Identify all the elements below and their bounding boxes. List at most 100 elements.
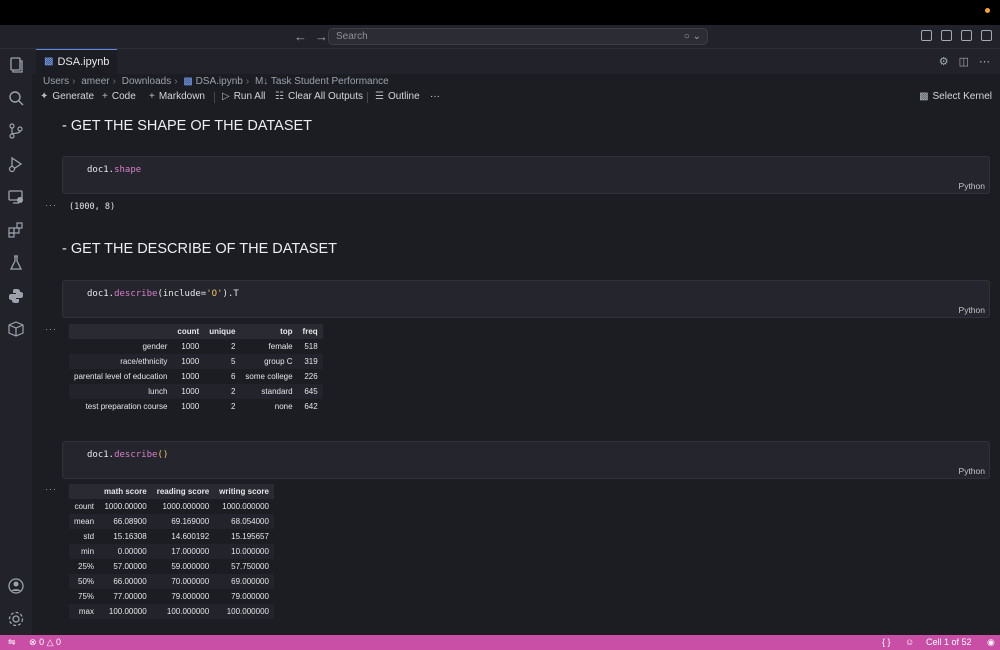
- row-index-cell: max: [78, 607, 95, 616]
- status-bar: ⇋ ⊗ 0 △ 0 { } ☺ Cell 1 of 52 ◉: [0, 635, 1000, 650]
- markdown-label: Markdown: [158, 91, 205, 102]
- search-icon[interactable]: [7, 89, 25, 107]
- table-cell: 100.00000: [108, 607, 147, 616]
- account-icon[interactable]: [7, 577, 25, 595]
- output-more-icon[interactable]: ···: [45, 484, 57, 494]
- clear-outputs-label: Clear All Outputs: [287, 91, 364, 102]
- forward-arrow-icon[interactable]: →: [315, 29, 328, 44]
- select-kernel-button[interactable]: ▩ Select Kernel: [919, 91, 992, 102]
- toolbar-divider: [214, 92, 215, 103]
- testing-flask-icon[interactable]: [7, 254, 25, 272]
- row-index-cell: gender: [142, 342, 168, 351]
- breadcrumb-item[interactable]: DSA.ipynb: [196, 76, 243, 87]
- table-cell: female: [268, 342, 293, 351]
- notebook-settings-gear-icon[interactable]: ⚙: [939, 55, 949, 68]
- breadcrumb-notebook-icon: ▩: [183, 76, 193, 87]
- table-cell: 79.000000: [171, 592, 210, 601]
- copilot-status-icon[interactable]: ☺: [905, 637, 914, 647]
- breadcrumb-item[interactable]: ameer: [81, 76, 109, 87]
- run-all-button[interactable]: ▷ Run All: [222, 91, 265, 102]
- toggle-panel-icon[interactable]: [961, 30, 972, 41]
- table-row: 25% 57.00000 59.000000 57.750000: [69, 559, 274, 574]
- cell-language-label[interactable]: Python: [959, 181, 985, 191]
- breadcrumb-item[interactable]: Downloads: [122, 76, 171, 87]
- tab-actions: ⚙ ◫ ⋯: [939, 55, 990, 68]
- cell-language-label[interactable]: Python: [959, 305, 985, 315]
- settings-gear-icon[interactable]: [7, 610, 25, 628]
- source-control-icon[interactable]: [7, 122, 25, 140]
- output-shape: (1000, 8): [69, 202, 116, 212]
- row-index-cell: std: [83, 532, 95, 541]
- table-cell: 2: [230, 342, 236, 351]
- table-cell: 1000: [181, 342, 200, 351]
- add-code-cell-button[interactable]: + Code: [102, 91, 136, 102]
- table-cell: 1000: [181, 402, 200, 411]
- breadcrumb: Users › ameer › Downloads › ▩ DSA.ipynb › M↓…: [43, 76, 389, 87]
- problems-indicator[interactable]: ⊗ 0 △ 0: [29, 637, 61, 648]
- toggle-secondary-sidebar-icon[interactable]: [981, 30, 992, 41]
- code-cell-shape[interactable]: doc1.shape Python: [62, 156, 990, 194]
- column-header: unique: [204, 324, 241, 339]
- table-row: max 100.00000 100.000000 100.000000: [69, 604, 274, 619]
- explorer-icon[interactable]: [7, 56, 25, 74]
- cell-position[interactable]: Cell 1 of 52: [926, 637, 972, 647]
- table-cell: 66.00000: [113, 577, 147, 586]
- column-header: top: [240, 324, 298, 339]
- sparkle-icon: ✦: [40, 91, 49, 102]
- outline-icon: ☰: [375, 91, 384, 102]
- plus-icon: +: [102, 91, 108, 102]
- column-header: [69, 484, 100, 499]
- toggle-primary-sidebar-icon[interactable]: [921, 30, 932, 41]
- code-label: Code: [111, 91, 136, 102]
- add-markdown-cell-button[interactable]: + Markdown: [149, 91, 205, 102]
- copilot-chevron-icon[interactable]: ○ ⌄: [684, 29, 701, 44]
- search-placeholder: Search: [336, 31, 368, 42]
- split-editor-icon[interactable]: ◫: [959, 55, 969, 68]
- row-index-cell: min: [81, 547, 95, 556]
- clear-all-outputs-button[interactable]: ☷ Clear All Outputs: [275, 91, 363, 102]
- table-cell: 1000.00000: [104, 502, 147, 511]
- language-braces[interactable]: { }: [882, 637, 891, 647]
- table-cell: 15.195657: [231, 532, 269, 541]
- command-center-search[interactable]: Search ○ ⌄: [328, 28, 708, 45]
- table-cell: 66.08900: [113, 517, 147, 526]
- tab-dsa-notebook[interactable]: ▩ DSA.ipynb: [36, 49, 118, 74]
- extensions-icon[interactable]: [7, 221, 25, 239]
- table-cell: 2: [230, 387, 236, 396]
- table-cell: 69.169000: [171, 517, 210, 526]
- containers-icon[interactable]: [7, 320, 25, 338]
- back-arrow-icon[interactable]: ←: [294, 29, 307, 44]
- code-cell-describe-object[interactable]: doc1.describe(include='O').T Python: [62, 280, 990, 318]
- code-cell-describe[interactable]: doc1.describe() Python: [62, 441, 990, 479]
- toggle-editor-layout-icon[interactable]: [941, 30, 952, 41]
- code-line: doc1.describe(): [87, 450, 169, 460]
- breadcrumb-item[interactable]: Users: [43, 76, 69, 87]
- row-index-cell: 75%: [78, 592, 95, 601]
- table-row: test preparation course 1000 2 none 642: [69, 399, 323, 414]
- row-index-cell: test preparation course: [85, 402, 168, 411]
- more-actions-icon[interactable]: ⋯: [979, 55, 990, 68]
- row-index-cell: count: [74, 502, 95, 511]
- describe-object-table: count unique top freq gender 1000 2 female 518 r…: [69, 324, 323, 414]
- toolbar-more-button[interactable]: ···: [430, 91, 440, 102]
- remote-explorer-icon[interactable]: [7, 188, 25, 206]
- notifications-bell-icon[interactable]: ◉: [987, 637, 995, 648]
- output-more-icon[interactable]: ···: [45, 200, 57, 210]
- table-row: count 1000.00000 1000.000000 1000.000000: [69, 499, 274, 514]
- cell-language-label[interactable]: Python: [959, 466, 985, 476]
- run-debug-icon[interactable]: [7, 155, 25, 173]
- breadcrumb-item[interactable]: Task Student Performance: [271, 76, 389, 87]
- table-cell: 68.054000: [231, 517, 269, 526]
- outline-button[interactable]: ☰ Outline: [375, 91, 420, 102]
- generate-button[interactable]: ✦ Generate: [40, 91, 94, 102]
- activity-bar: [0, 49, 32, 635]
- table-cell: 1000.000000: [222, 502, 269, 511]
- python-icon[interactable]: [7, 287, 25, 305]
- remote-indicator-icon[interactable]: ⇋: [8, 637, 16, 648]
- table-cell: 645: [304, 387, 318, 396]
- outline-label: Outline: [387, 91, 420, 102]
- table-cell: 100.000000: [166, 607, 210, 616]
- describe-numeric-table: math score reading score writing score cou…: [69, 484, 274, 619]
- column-header: count: [172, 324, 205, 339]
- output-more-icon[interactable]: ···: [45, 324, 57, 334]
